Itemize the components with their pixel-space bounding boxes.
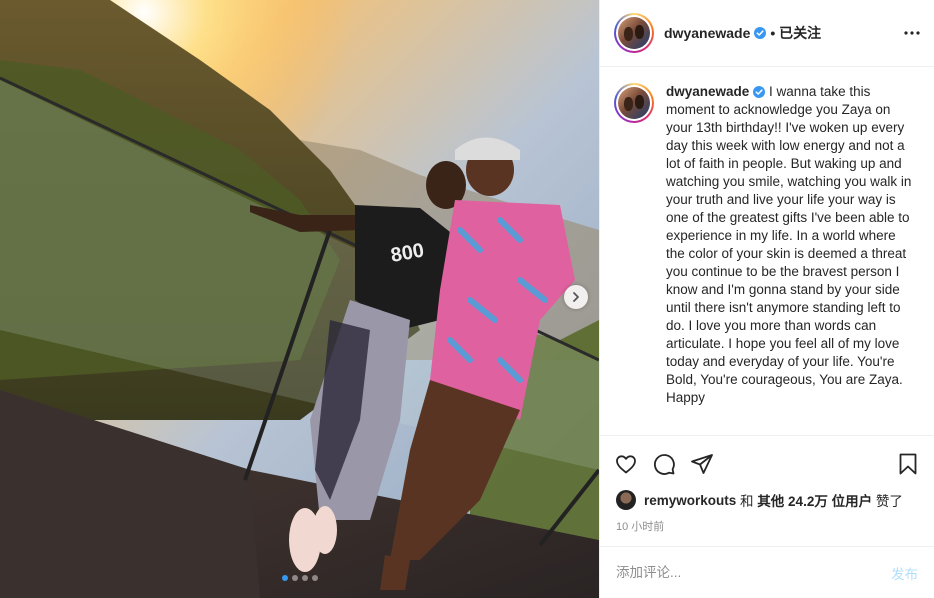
more-options-icon[interactable] xyxy=(904,31,920,35)
avatar[interactable] xyxy=(614,13,654,53)
header-username[interactable]: dwyanewade xyxy=(664,25,750,41)
instagram-post: 800 dwyanewade • 已关注 dwyanewade I wanna … xyxy=(0,0,934,598)
caption-text: dwyanewade I wanna take this moment to a… xyxy=(666,83,912,435)
post-comment-button[interactable]: 发布 xyxy=(891,563,918,583)
caption-avatar-image xyxy=(618,87,650,119)
comment-form: 发布 xyxy=(600,546,934,598)
caption-body: I wanna take this moment to acknowledge … xyxy=(666,84,912,405)
likes-summary: remyworkouts 和 其他 24.2万 位用户 赞了 xyxy=(600,488,934,512)
post-details-panel: dwyanewade • 已关注 dwyanewade I wanna take… xyxy=(599,0,934,598)
liker-avatar[interactable] xyxy=(616,490,636,510)
post-header: dwyanewade • 已关注 xyxy=(600,0,934,67)
next-slide-button[interactable] xyxy=(564,285,588,309)
bookmark-icon[interactable] xyxy=(896,452,920,476)
carousel-dot xyxy=(312,575,318,581)
comment-input[interactable] xyxy=(616,565,891,580)
verified-badge-icon xyxy=(753,86,766,99)
caption-username[interactable]: dwyanewade xyxy=(666,84,749,99)
post-timestamp[interactable]: 10 小时前 xyxy=(600,512,934,538)
carousel-dot xyxy=(302,575,308,581)
carousel-dot xyxy=(282,575,288,581)
follow-status[interactable]: • 已关注 xyxy=(770,23,821,43)
post-photo[interactable]: 800 xyxy=(0,0,599,598)
caption-section: dwyanewade I wanna take this moment to a… xyxy=(600,67,934,436)
comment-icon[interactable] xyxy=(652,452,676,476)
likes-count-link[interactable]: 其他 24.2万 位用户 xyxy=(757,490,872,510)
chevron-right-icon xyxy=(573,292,579,302)
liker-username[interactable]: remyworkouts xyxy=(644,493,736,508)
carousel-indicator xyxy=(282,575,318,581)
action-bar xyxy=(600,440,934,488)
share-icon[interactable] xyxy=(690,452,714,476)
heart-icon[interactable] xyxy=(614,452,638,476)
avatar-image xyxy=(618,17,650,49)
likes-connector: 和 xyxy=(736,494,758,509)
carousel-dot xyxy=(292,575,298,581)
verified-badge-icon xyxy=(754,27,767,39)
sunset-photo: 800 xyxy=(0,0,599,598)
caption-avatar[interactable] xyxy=(614,83,654,123)
likes-suffix: 赞了 xyxy=(872,494,903,509)
